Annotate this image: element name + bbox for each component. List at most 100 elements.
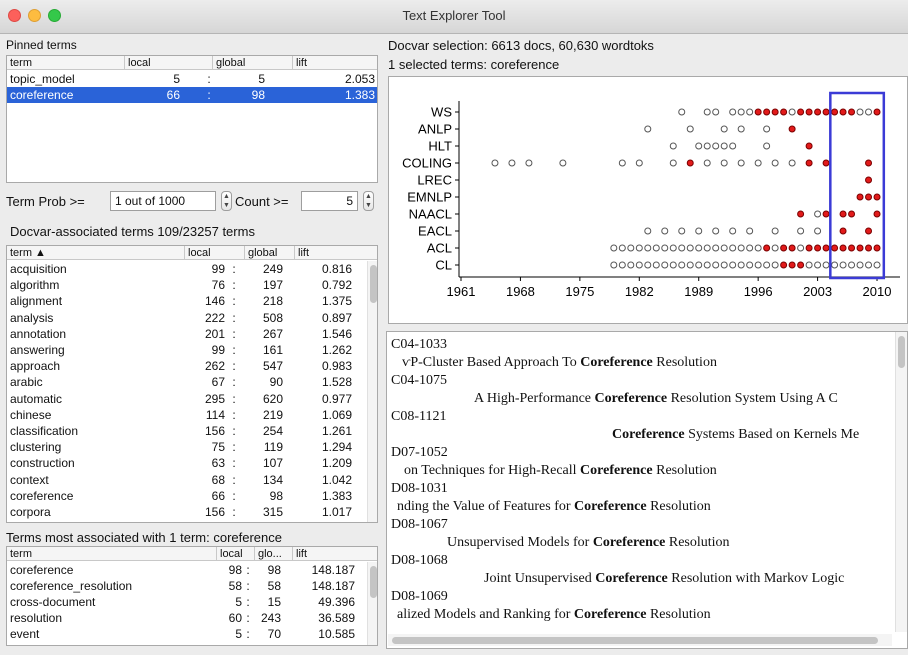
assoc-scroll-thumb[interactable] (370, 566, 377, 598)
point (703, 261, 711, 269)
hit-point (805, 159, 813, 167)
pinned-col-lift[interactable]: lift (293, 56, 377, 70)
venue-year-plot[interactable]: WS ANLP HLT COLING LREC EMNLP NAACL EACL ACL CL 19… (388, 76, 908, 324)
assoc-lift: 10.585 (318, 627, 355, 641)
count-stepper[interactable]: ▲ ▼ (363, 191, 374, 211)
docvar-col-local[interactable]: local (185, 246, 245, 260)
docvar-col-global[interactable]: global (245, 246, 295, 260)
assoc-term: coreference_resolution (10, 579, 133, 593)
point (746, 261, 754, 269)
point (712, 244, 720, 252)
docvar-row[interactable]: arabic 67: 90 1.528 (7, 374, 377, 390)
pinned-row-selected[interactable]: coreference 66 : 98 1.383 (7, 87, 377, 103)
docvar-row[interactable]: algorithm 76: 197 0.792 (7, 277, 377, 293)
docvar-term: answering (10, 343, 65, 357)
document-id[interactable]: C04-1075 (391, 373, 447, 389)
docvar-terms-table: term ▲ local global lift acquisition 99:2… (6, 245, 378, 523)
assoc-sep: : (246, 611, 250, 625)
docvar-row[interactable]: answering 99: 161 1.262 (7, 342, 377, 358)
document-id[interactable]: D08-1031 (391, 481, 448, 497)
term-prob-field[interactable]: 1 out of 1000 (110, 191, 216, 211)
docvar-row[interactable]: approach 262: 547 0.983 (7, 358, 377, 374)
pinned-col-term[interactable]: term (7, 56, 125, 70)
document-title[interactable]: A High-Performance Coreference Resolutio… (474, 391, 838, 407)
docvar-row[interactable]: classification 156: 254 1.261 (7, 423, 377, 439)
docvar-row[interactable]: context 68: 134 1.042 (7, 472, 377, 488)
point (720, 261, 728, 269)
docvar-row[interactable]: acquisition 99: 249 0.816 (7, 261, 377, 277)
assoc-row[interactable]: cross-document 5: 15 49.396 (7, 594, 377, 610)
document-id[interactable]: C04-1033 (391, 337, 447, 353)
assoc-row[interactable]: resolution 60:243 36.589 (7, 610, 377, 626)
point (729, 244, 737, 252)
plot-svg[interactable]: WS ANLP HLT COLING LREC EMNLP NAACL EACL ACL CL 19… (389, 77, 908, 325)
hit-point (839, 244, 847, 252)
docvar-row[interactable]: construction 63: 107 1.209 (7, 455, 377, 471)
assoc-col-term[interactable]: term (7, 547, 217, 561)
assoc-global: 15 (267, 595, 281, 609)
pinned-table-header: term local global lift (7, 56, 377, 70)
highlight-term: Coreference (592, 535, 666, 550)
assoc-row[interactable]: coreference 98:98 148.187 (7, 562, 377, 578)
pinned-col-local[interactable]: local (125, 56, 213, 70)
docvar-sep: : (232, 375, 236, 390)
document-title[interactable]: Joint Unsupervised Coreference Resolutio… (484, 571, 844, 587)
docvar-col-lift[interactable]: lift (295, 246, 369, 260)
docvar-col-term[interactable]: term ▲ (7, 246, 185, 260)
pinned-lift: 2.053 (344, 72, 375, 86)
doc-scroll-thumb[interactable] (898, 336, 905, 368)
doc-hscroll-thumb[interactable] (392, 637, 878, 644)
docvar-row[interactable]: annotation 201: 267 1.546 (7, 326, 377, 342)
docvar-row[interactable]: coreference 66: 98 1.383 (7, 488, 377, 504)
term-prob-stepper[interactable]: ▲ ▼ (221, 191, 232, 211)
pinned-col-global[interactable]: global (213, 56, 293, 70)
app-window: Text Explorer Tool Pinned terms term loc… (0, 0, 908, 655)
pinned-row[interactable]: topic_model 5 : 5 2.053 (7, 71, 377, 87)
document-id[interactable]: D08-1069 (391, 589, 448, 605)
docvar-row[interactable]: corpora 156: 315 1.017 (7, 504, 377, 520)
document-title[interactable]: ⱱP-Cluster Based Approach To Coreference… (402, 355, 717, 371)
hit-point (873, 244, 881, 252)
document-id[interactable]: D07-1052 (391, 445, 448, 461)
document-title[interactable]: on Techniques for High-Recall Coreferenc… (404, 463, 717, 479)
point (754, 244, 762, 252)
assoc-term: cross-document (10, 595, 96, 609)
assoc-row[interactable]: event 5: 70 10.585 (7, 626, 377, 642)
assoc-row[interactable]: coreference_resolution 58:58 148.187 (7, 578, 377, 594)
highlight-term: Coreference (573, 607, 647, 622)
document-title[interactable]: nding the Value of Features for Corefere… (397, 499, 711, 515)
document-id[interactable]: D08-1068 (391, 553, 448, 569)
count-field[interactable]: 5 (301, 191, 358, 211)
assoc-col-global[interactable]: glo... (255, 547, 293, 561)
docvar-local: 76 (211, 278, 225, 293)
docvar-scroll-thumb[interactable] (370, 265, 377, 303)
document-id[interactable]: D08-1067 (391, 517, 448, 533)
docvar-sep: : (232, 262, 236, 276)
hit-point (780, 108, 788, 116)
highlight-term: Coreference (595, 571, 668, 586)
document-title[interactable]: Unsupervised Models for Coreference Reso… (447, 535, 730, 551)
document-id[interactable]: C08-1121 (391, 409, 446, 425)
point (771, 244, 779, 252)
document-title[interactable]: Coreference Systems Based on Kernels Me (612, 427, 859, 443)
docvar-term: classification (10, 424, 79, 438)
point (720, 125, 728, 133)
point (652, 244, 660, 252)
point (737, 108, 745, 116)
point (814, 210, 822, 218)
point (822, 261, 830, 269)
doc-scrollbar[interactable] (895, 332, 907, 632)
doc-hscrollbar[interactable] (388, 634, 892, 646)
docvar-row[interactable]: automatic 295: 620 0.977 (7, 391, 377, 407)
docvar-scrollbar[interactable] (367, 261, 377, 522)
hit-point (865, 176, 873, 184)
assoc-scrollbar[interactable] (367, 562, 377, 645)
point (661, 261, 669, 269)
docvar-row[interactable]: clustering 75: 119 1.294 (7, 439, 377, 455)
document-title[interactable]: alized Models and Ranking for Coreferenc… (397, 607, 711, 623)
assoc-col-local[interactable]: local (217, 547, 255, 561)
docvar-row[interactable]: chinese 114: 219 1.069 (7, 407, 377, 423)
docvar-row[interactable]: alignment 146: 218 1.375 (7, 293, 377, 309)
docvar-row[interactable]: analysis 222: 508 0.897 (7, 310, 377, 326)
assoc-col-lift[interactable]: lift (293, 547, 369, 561)
